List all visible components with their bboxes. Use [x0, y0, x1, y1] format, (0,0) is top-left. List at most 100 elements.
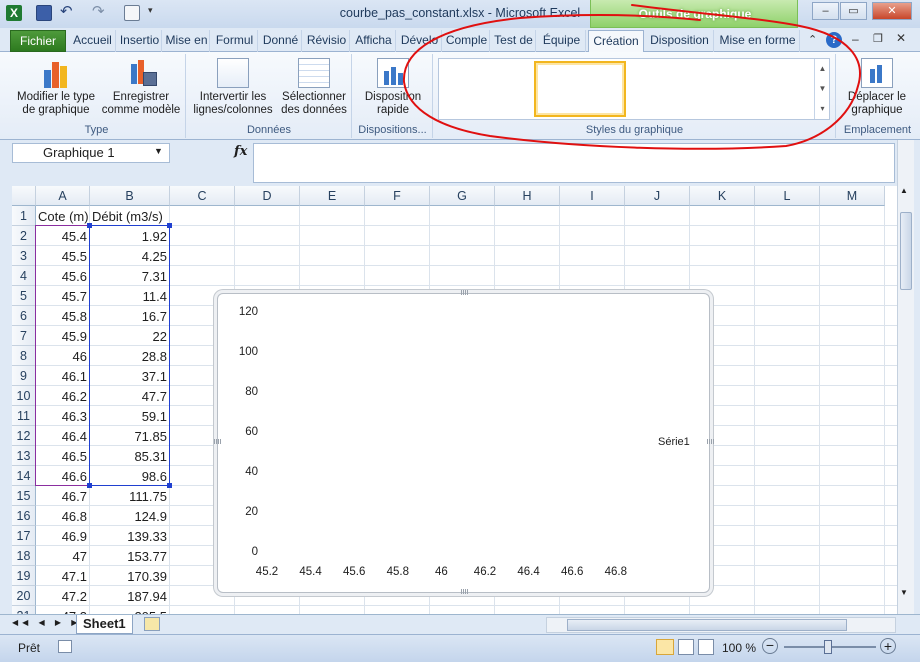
tab-affichage[interactable]: Afficha: [352, 30, 396, 52]
table-cell[interactable]: 46.8: [36, 506, 90, 526]
tab-accueil[interactable]: Accueil: [70, 30, 116, 52]
sheet-tab-active[interactable]: Sheet1: [76, 615, 133, 634]
row-header-13[interactable]: 13: [12, 446, 36, 466]
row-header-4[interactable]: 4: [12, 266, 36, 286]
name-box-dropdown-icon[interactable]: ▼: [154, 146, 163, 156]
minimize-ribbon-icon[interactable]: ⌃: [808, 33, 817, 46]
tab-developpeur[interactable]: Dévelo: [398, 30, 442, 52]
zoom-slider-thumb[interactable]: [824, 640, 832, 654]
chart-resize-handle[interactable]: [214, 439, 222, 444]
selection-handle[interactable]: [167, 483, 172, 488]
column-header-i[interactable]: I: [560, 186, 625, 206]
zoom-level[interactable]: 100 %: [722, 641, 756, 655]
help-icon[interactable]: ?: [826, 32, 842, 48]
table-cell[interactable]: 124.9: [90, 506, 170, 526]
table-cell[interactable]: 47.1: [36, 566, 90, 586]
tab-disposition[interactable]: Disposition: [646, 30, 714, 52]
row-header-7[interactable]: 7: [12, 326, 36, 346]
table-cell[interactable]: 46.9: [36, 526, 90, 546]
row-header-1[interactable]: 1: [12, 206, 36, 226]
table-cell[interactable]: 47.3: [36, 606, 90, 614]
tab-creation[interactable]: Création: [588, 30, 644, 53]
scroll-down-icon[interactable]: ▼: [900, 588, 908, 597]
scroll-up-icon[interactable]: ▲: [900, 186, 908, 195]
selection-handle[interactable]: [87, 223, 92, 228]
disposition-rapide-button[interactable]: Disposition rapide: [355, 58, 431, 117]
gallery-scroll-up-icon[interactable]: ▲: [814, 59, 830, 79]
tab-revision[interactable]: Révisio: [304, 30, 350, 52]
chart-style-selected[interactable]: [534, 61, 626, 117]
tab-insertion[interactable]: Insertio: [118, 30, 162, 52]
table-cell[interactable]: 187.94: [90, 586, 170, 606]
vertical-scroll-thumb[interactable]: [900, 212, 912, 290]
minimize-button[interactable]: –: [812, 2, 839, 20]
row-header-11[interactable]: 11: [12, 406, 36, 426]
row-header-6[interactable]: 6: [12, 306, 36, 326]
horizontal-scroll-thumb[interactable]: [567, 619, 847, 631]
column-header-f[interactable]: F: [365, 186, 430, 206]
column-header-c[interactable]: C: [170, 186, 235, 206]
selection-handle[interactable]: [167, 223, 172, 228]
row-header-18[interactable]: 18: [12, 546, 36, 566]
column-header-d[interactable]: D: [235, 186, 300, 206]
select-all-corner[interactable]: [12, 186, 36, 206]
row-header-8[interactable]: 8: [12, 346, 36, 366]
selection-handle[interactable]: [87, 483, 92, 488]
intervertir-button[interactable]: Intervertir les lignes/colonnes: [189, 58, 277, 117]
formula-input[interactable]: [253, 143, 895, 183]
row-header-14[interactable]: 14: [12, 466, 36, 486]
close-button[interactable]: ✕: [872, 2, 912, 20]
column-header-k[interactable]: K: [690, 186, 755, 206]
tab-complements[interactable]: Comple: [444, 30, 490, 52]
row-header-12[interactable]: 12: [12, 426, 36, 446]
tab-donnees[interactable]: Donné: [260, 30, 302, 52]
table-cell[interactable]: 111.75: [90, 486, 170, 506]
workbook-restore-icon[interactable]: ❐: [873, 32, 883, 45]
zoom-in-icon[interactable]: +: [880, 638, 896, 654]
normal-view-icon[interactable]: [656, 639, 674, 655]
column-header-a[interactable]: A: [36, 186, 90, 206]
row-header-2[interactable]: 2: [12, 226, 36, 246]
page-break-view-icon[interactable]: [698, 639, 714, 655]
insert-sheet-icon[interactable]: [144, 617, 160, 631]
table-cell[interactable]: 139.33: [90, 526, 170, 546]
table-cell[interactable]: 47.2: [36, 586, 90, 606]
workbook-minimize-icon[interactable]: –: [852, 32, 859, 46]
selectionner-donnees-button[interactable]: Sélectionner des données: [277, 58, 351, 117]
horizontal-scrollbar[interactable]: [546, 617, 896, 633]
row-header-16[interactable]: 16: [12, 506, 36, 526]
workbook-close-icon[interactable]: ✕: [896, 31, 906, 45]
column-header-h[interactable]: H: [495, 186, 560, 206]
tab-formules[interactable]: Formul: [212, 30, 258, 52]
row-header-15[interactable]: 15: [12, 486, 36, 506]
fx-icon[interactable]: fx: [234, 144, 247, 159]
row-header-19[interactable]: 19: [12, 566, 36, 586]
deplacer-graphique-button[interactable]: Déplacer le graphique: [839, 58, 915, 117]
chart-resize-handle[interactable]: [461, 589, 469, 594]
row-header-17[interactable]: 17: [12, 526, 36, 546]
column-header-j[interactable]: J: [625, 186, 690, 206]
column-header-m[interactable]: M: [820, 186, 885, 206]
header-cell[interactable]: Débit (m3/s): [90, 206, 170, 226]
page-layout-view-icon[interactable]: [678, 639, 694, 655]
row-header-5[interactable]: 5: [12, 286, 36, 306]
row-header-10[interactable]: 10: [12, 386, 36, 406]
macro-record-icon[interactable]: [58, 640, 72, 653]
chart-styles-gallery[interactable]: ▲ ▼ ▾: [438, 58, 830, 120]
column-header-b[interactable]: B: [90, 186, 170, 206]
zoom-out-icon[interactable]: −: [762, 638, 778, 654]
tab-mise-en-forme[interactable]: Mise en forme: [716, 30, 800, 52]
gallery-more-icon[interactable]: ▾: [814, 99, 830, 119]
tab-test-de-charge[interactable]: Test de: [492, 30, 536, 52]
column-header-g[interactable]: G: [430, 186, 495, 206]
gallery-scroll-down-icon[interactable]: ▼: [814, 79, 830, 99]
name-box[interactable]: Graphique 1: [12, 143, 170, 163]
modifier-type-button[interactable]: Modifier le type de graphique: [12, 58, 100, 117]
table-cell[interactable]: 205.5: [90, 606, 170, 614]
restore-button[interactable]: ▭: [840, 2, 867, 20]
tab-fichier[interactable]: Fichier: [10, 30, 66, 52]
chart-resize-handle[interactable]: [461, 290, 469, 295]
chart-resize-handle[interactable]: [707, 439, 715, 444]
chart-object[interactable]: 120 100 80 60 40 20 0 45.2 45.4 45.6 45.8 46 46.2 46.…: [214, 290, 715, 594]
row-header-3[interactable]: 3: [12, 246, 36, 266]
